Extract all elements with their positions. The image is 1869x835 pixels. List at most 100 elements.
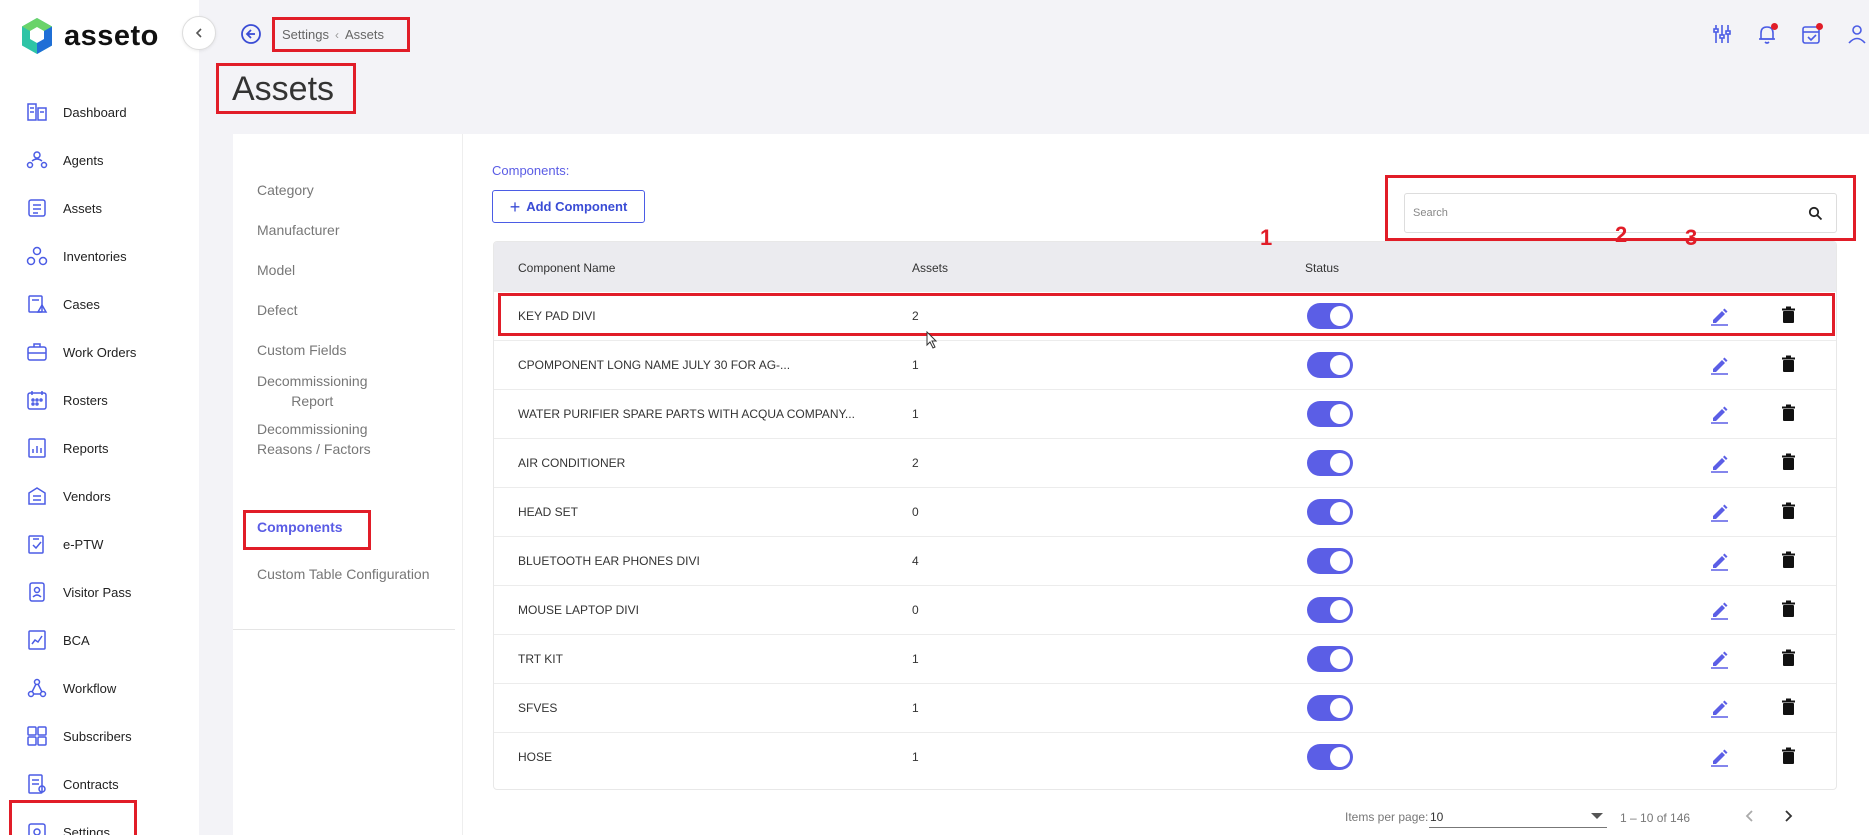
edit-icon[interactable] [1710, 649, 1729, 669]
search-icon[interactable] [1808, 206, 1823, 221]
table-row[interactable]: KEY PAD DIVI 2 [494, 291, 1836, 340]
assets-count-cell: 1 [912, 407, 919, 421]
component-name-cell: HOSE [518, 750, 553, 764]
sidebar-item-bca[interactable]: BCA [0, 616, 199, 664]
sliders-icon[interactable] [1710, 22, 1734, 46]
delete-icon[interactable] [1781, 355, 1796, 373]
component-name-cell: MOUSE LAPTOP DIVI [518, 603, 639, 617]
submenu-decommissioning-report[interactable]: Decommissioning Report [257, 371, 367, 411]
table-row[interactable]: HEAD SET 0 [494, 487, 1836, 536]
add-component-button[interactable]: + Add Component [492, 190, 645, 223]
table-row[interactable]: BLUETOOTH EAR PHONES DIVI 4 [494, 536, 1836, 585]
status-toggle[interactable] [1307, 548, 1353, 574]
table-row[interactable]: MOUSE LAPTOP DIVI 0 [494, 585, 1836, 634]
edit-icon[interactable] [1710, 306, 1729, 326]
next-page-icon[interactable] [1780, 808, 1796, 824]
status-toggle[interactable] [1307, 744, 1353, 770]
sidebar-item-eptw[interactable]: e-PTW [0, 520, 199, 568]
column-header-status[interactable]: Status [1305, 261, 1339, 275]
components-highlight-box [243, 510, 371, 550]
column-header-component-name[interactable]: Component Name [518, 261, 615, 275]
plus-icon: + [509, 196, 521, 217]
status-toggle[interactable] [1307, 695, 1353, 721]
status-toggle[interactable] [1307, 352, 1353, 378]
user-icon[interactable] [1845, 22, 1869, 46]
sidebar-nav: Dashboard Agents Assets Inventories Case… [0, 88, 199, 835]
delete-icon[interactable] [1781, 600, 1796, 618]
submenu-manufacturer[interactable]: Manufacturer [257, 220, 339, 240]
edit-icon[interactable] [1710, 502, 1729, 522]
sidebar-item-work-orders[interactable]: Work Orders [0, 328, 199, 376]
table-row[interactable]: CPOMPONENT LONG NAME JULY 30 FOR AG-... 1 [494, 340, 1836, 389]
submenu-defect[interactable]: Defect [257, 300, 297, 320]
column-header-assets[interactable]: Assets [912, 261, 948, 275]
table-row[interactable]: HOSE 1 [494, 732, 1836, 781]
sidebar-item-reports[interactable]: Reports [0, 424, 199, 472]
status-toggle[interactable] [1307, 646, 1353, 672]
sidebar-item-rosters[interactable]: Rosters [0, 376, 199, 424]
sidebar-item-visitor-pass[interactable]: Visitor Pass [0, 568, 199, 616]
table-body: KEY PAD DIVI 2 CPOMPONENT LONG NAME JULY 3… [494, 291, 1836, 781]
sidebar-item-subscribers[interactable]: Subscribers [0, 712, 199, 760]
delete-icon[interactable] [1781, 551, 1796, 569]
submenu-label-line: Reasons / Factors [257, 441, 371, 457]
bell-alert-icon[interactable] [1755, 22, 1779, 46]
calendar-check-icon[interactable] [1800, 22, 1824, 46]
submenu-custom-fields[interactable]: Custom Fields [257, 340, 346, 360]
back-arrow-icon[interactable] [240, 23, 262, 45]
status-toggle[interactable] [1307, 450, 1353, 476]
delete-icon[interactable] [1781, 649, 1796, 667]
status-toggle[interactable] [1307, 597, 1353, 623]
edit-icon[interactable] [1710, 355, 1729, 375]
edit-icon[interactable] [1710, 404, 1729, 424]
delete-icon[interactable] [1781, 698, 1796, 716]
edit-icon[interactable] [1710, 453, 1729, 473]
sidebar-item-assets[interactable]: Assets [0, 184, 199, 232]
sidebar-item-workflow[interactable]: Workflow [0, 664, 199, 712]
collapse-sidebar-button[interactable] [182, 16, 216, 50]
previous-page-icon[interactable] [1742, 808, 1758, 824]
component-name-cell: WATER PURIFIER SPARE PARTS WITH ACQUA CO… [518, 407, 855, 421]
search-input[interactable] [1413, 203, 1793, 223]
breadcrumb-assets[interactable]: Assets [345, 27, 384, 42]
submenu-model[interactable]: Model [257, 260, 295, 280]
sidebar-item-cases[interactable]: Cases [0, 280, 199, 328]
items-per-page-select[interactable]: 10 [1429, 804, 1607, 828]
edit-icon[interactable] [1710, 747, 1729, 767]
edit-icon[interactable] [1710, 698, 1729, 718]
sidebar-item-label: Subscribers [63, 728, 132, 744]
components-table: Component Name Assets Status KEY PAD DIV… [493, 241, 1837, 790]
assets-count-cell: 0 [912, 505, 919, 519]
table-row[interactable]: AIR CONDITIONER 2 [494, 438, 1836, 487]
submenu-decommissioning-reasons[interactable]: Decommissioning Reasons / Factors [257, 419, 371, 459]
delete-icon[interactable] [1781, 502, 1796, 520]
submenu-category[interactable]: Category [257, 180, 314, 200]
items-per-page-value: 10 [1430, 810, 1444, 824]
submenu-custom-table-configuration[interactable]: Custom Table Configuration [257, 564, 430, 584]
status-toggle[interactable] [1307, 401, 1353, 427]
sidebar-item-dashboard[interactable]: Dashboard [0, 88, 199, 136]
table-row[interactable]: TRT KIT 1 [494, 634, 1836, 683]
sidebar-item-label: BCA [63, 632, 90, 648]
sidebar-item-agents[interactable]: Agents [0, 136, 199, 184]
delete-icon[interactable] [1781, 404, 1796, 422]
delete-icon[interactable] [1781, 306, 1796, 324]
sidebar-item-inventories[interactable]: Inventories [0, 232, 199, 280]
sidebar-item-label: Vendors [63, 488, 111, 504]
status-toggle[interactable] [1307, 303, 1353, 329]
submenu-label-line: Report [291, 393, 334, 409]
delete-icon[interactable] [1781, 453, 1796, 471]
breadcrumb-settings[interactable]: Settings [282, 27, 329, 42]
delete-icon[interactable] [1781, 747, 1796, 765]
assets-count-cell: 4 [912, 554, 919, 568]
submenu-label-line: Decommissioning [257, 421, 368, 437]
inventories-icon [26, 246, 48, 266]
component-name-cell: TRT KIT [518, 652, 563, 666]
edit-icon[interactable] [1710, 551, 1729, 571]
contracts-icon [28, 774, 46, 794]
edit-icon[interactable] [1710, 600, 1729, 620]
status-toggle[interactable] [1307, 499, 1353, 525]
table-row[interactable]: WATER PURIFIER SPARE PARTS WITH ACQUA CO… [494, 389, 1836, 438]
sidebar-item-vendors[interactable]: Vendors [0, 472, 199, 520]
table-row[interactable]: SFVES 1 [494, 683, 1836, 732]
